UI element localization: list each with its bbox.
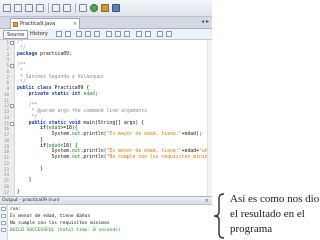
profile-icon[interactable] [112, 4, 120, 12]
code-token: package [17, 51, 41, 57]
code-token: System. [51, 149, 72, 155]
code-token: +edad+ [181, 149, 199, 155]
code-token: } [40, 137, 43, 143]
code-token: "Es mayor de edad, tiene:" [106, 132, 182, 137]
fold-toggle-icon[interactable] [10, 121, 14, 126]
save-all-icon[interactable] [36, 4, 44, 12]
output-actions [0, 205, 8, 240]
run-icon[interactable] [90, 4, 98, 12]
output-panel: run: Es menor de edad, tiene 0años No cump… [0, 205, 212, 240]
toggle-bookmark-icon[interactable] [106, 31, 112, 37]
code-token: Practica09 { [54, 86, 90, 91]
code-token: } [40, 166, 43, 172]
find-next-icon[interactable] [94, 31, 100, 37]
close-tab-icon[interactable]: × [73, 19, 77, 29]
start-macro-icon[interactable] [136, 31, 142, 37]
source-tab[interactable]: Source [3, 30, 29, 39]
ide-window: Practica9.java × ◂ ▸ Source History 1/* 2… [0, 0, 212, 240]
tab-label: Practica9.java [20, 21, 56, 27]
main-toolbar [0, 0, 212, 17]
shift-left-icon[interactable] [115, 31, 121, 37]
code-token: out [71, 132, 81, 137]
code-token: edad [48, 143, 61, 149]
toolbar-divider [75, 3, 76, 13]
fold-toggle-icon[interactable] [10, 41, 14, 45]
find-previous-icon[interactable] [85, 31, 91, 37]
code-token: public static void [28, 120, 84, 126]
code-token: .println( [80, 149, 107, 155]
java-file-icon [13, 22, 18, 27]
find-icon[interactable] [76, 31, 82, 37]
code-token: */ [28, 114, 38, 120]
editor-tabbar: Practica9.java × ◂ ▸ [0, 17, 212, 29]
redo-icon[interactable] [63, 4, 71, 12]
tab-navigation-icon[interactable]: ◂ ▸ [201, 18, 209, 25]
code-editor[interactable]: 1/* 2 */3 package practica09; 4 5/** 6 * 7 * S… [0, 40, 212, 196]
code-token: edad [48, 126, 61, 132]
output-line: BUILD SUCCESSFUL (total time: 0 seconds) [10, 228, 121, 233]
fold-toggle-icon[interactable] [10, 64, 14, 68]
code-line[interactable]: 27} [0, 190, 212, 196]
new-project-icon[interactable] [3, 4, 11, 12]
close-output-icon[interactable]: × [205, 197, 209, 205]
code-token: /** [17, 63, 26, 68]
code-text: } [17, 190, 20, 196]
stop-macro-icon[interactable] [145, 31, 151, 37]
code-token: } [28, 178, 32, 183]
undo-icon[interactable] [52, 4, 60, 12]
output-tab[interactable]: Output - practica09 (run) [2, 197, 60, 205]
code-token: edad [83, 91, 95, 97]
code-token: } [17, 189, 20, 195]
code-token: out [71, 149, 81, 155]
open-project-icon[interactable] [25, 4, 33, 12]
clean-build-icon[interactable] [79, 4, 87, 12]
code-token: main(String[] args) { [83, 120, 145, 126]
tab-practica9[interactable]: Practica9.java × [10, 18, 80, 29]
rerun-parameters-icon[interactable] [1, 221, 6, 225]
uncomment-icon[interactable] [166, 31, 172, 37]
rerun-icon[interactable] [1, 207, 6, 211]
annotation-text: Así es como nos dio el resultado en el p… [230, 193, 320, 235]
code-token: System. [51, 155, 72, 160]
comment-icon[interactable] [157, 31, 163, 37]
forward-icon[interactable] [65, 31, 71, 37]
code-token: >=18){ [60, 126, 78, 132]
code-token: * Sánchez Segunda y Velázquez [17, 74, 104, 80]
code-token: */ [17, 80, 26, 86]
code-token: * [17, 68, 23, 74]
line-number: 27 [3, 189, 9, 195]
code-token: "No cumple con los requisitos mínimos" [106, 155, 212, 160]
code-token: .println( [80, 155, 107, 160]
fold-toggle-icon[interactable] [10, 104, 14, 109]
code-token: System. [51, 132, 72, 137]
code-token: "Es menor de edad, tiene:" [106, 149, 182, 155]
code-token: +edad); [181, 132, 202, 137]
code-token: /** [28, 103, 38, 109]
code-token: private static int [28, 91, 84, 97]
code-token: <18) { [60, 143, 78, 149]
shift-right-icon[interactable] [124, 31, 130, 37]
clear-output-icon[interactable] [1, 228, 6, 232]
code-token: ; [95, 91, 98, 97]
output-line: Es menor de edad, tiene 0años [10, 214, 91, 219]
code-token: .println( [80, 132, 107, 137]
toolbar-divider [48, 3, 49, 13]
output-line: No cumple con los requisitos mínimos [10, 221, 110, 226]
output-titlebar: Output - practica09 (run) × [0, 196, 212, 205]
history-tab[interactable]: History [27, 30, 51, 39]
code-token: public class [17, 86, 55, 91]
curly-brace-icon [213, 193, 225, 239]
new-file-icon[interactable] [14, 4, 22, 12]
output-line: run: [10, 207, 22, 212]
back-icon[interactable] [56, 31, 62, 37]
code-token: practica09; [40, 51, 72, 57]
editor-subtoolbar: Source History [0, 29, 212, 40]
debug-icon[interactable] [101, 4, 109, 12]
stop-icon[interactable] [1, 214, 6, 218]
editor-scrollbar[interactable] [207, 40, 212, 196]
code-token: out [71, 155, 81, 160]
code-token: /* [17, 40, 23, 45]
code-token: * @param args the command line arguments [28, 109, 147, 114]
code-token: */ [17, 45, 26, 51]
